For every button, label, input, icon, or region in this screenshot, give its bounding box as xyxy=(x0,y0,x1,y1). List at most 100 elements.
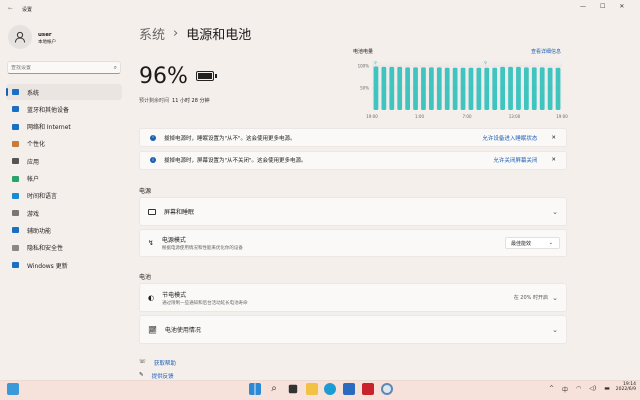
sidebar-item-label: 蓝牙和其他设备 xyxy=(27,106,70,114)
breadcrumb-separator: › xyxy=(173,26,179,41)
window-title: 设置 xyxy=(22,7,33,13)
battery-bar xyxy=(484,67,490,110)
info-icon: i xyxy=(150,157,156,163)
sidebar-icon xyxy=(12,262,19,268)
battery-bar xyxy=(508,66,513,110)
avatar[interactable] xyxy=(8,25,32,49)
info-notice: i 拔掉电源时，睡眠设置为"从不"。这会使用更多电源。 允许设备进入睡眠状态 ✕ xyxy=(139,128,567,147)
task-view-icon[interactable] xyxy=(288,384,298,394)
chevron-down-icon: ⌄ xyxy=(552,293,558,302)
screen-sleep-card[interactable]: 屏幕和睡眠 ⌄ xyxy=(139,197,567,226)
help-icon: ☏ xyxy=(139,359,146,365)
widgets-icon[interactable] xyxy=(7,383,19,395)
y-tick-label: 100% xyxy=(358,64,370,69)
x-tick-label: 7:00 xyxy=(463,114,472,119)
tray-overflow-icon[interactable]: ^ xyxy=(549,385,554,394)
battery-saver-value: 在 20% 时开启 xyxy=(513,295,548,301)
battery-bar xyxy=(389,66,395,110)
close-icon[interactable]: ✕ xyxy=(551,157,556,163)
feedback-icon: ✎ xyxy=(139,372,144,378)
x-tick-label: 19:00 xyxy=(556,114,568,119)
battery-saver-card[interactable]: ◐ 节电模式 通过限制一些通知和后台活动延长电池寿命 在 20% 时开启 ⌄ xyxy=(139,283,567,312)
sidebar-item-label: 辅助功能 xyxy=(27,227,52,235)
sidebar-item-10[interactable]: Windows 更新 xyxy=(6,257,122,273)
battery-bar xyxy=(452,67,458,110)
sidebar-item-0[interactable]: 系统 xyxy=(6,84,122,100)
power-mode-select[interactable]: 最佳能效 ⌄ xyxy=(505,237,560,249)
wifi-icon[interactable]: ◠ xyxy=(576,385,581,394)
close-icon[interactable]: ✕ xyxy=(551,135,556,141)
sidebar-item-7[interactable]: 游戏 xyxy=(6,205,122,221)
sidebar-item-9[interactable]: 隐私和安全性 xyxy=(6,240,122,256)
notice-text: 拔掉电源时，屏幕设置为"从不关闭"。这会使用更多电源。 xyxy=(164,158,307,164)
notice-link[interactable]: 允许设备进入睡眠状态 xyxy=(482,134,537,142)
sidebar-icon xyxy=(12,227,19,234)
x-tick-label: 13:00 xyxy=(509,114,521,119)
sidebar-item-2[interactable]: 网络和 Internet xyxy=(6,119,122,135)
battery-bar xyxy=(555,67,561,110)
sidebar-item-8[interactable]: 辅助功能 xyxy=(6,222,122,238)
sidebar-item-3[interactable]: 个性化 xyxy=(6,136,122,152)
view-details-link[interactable]: 查看详细信息 xyxy=(531,48,561,55)
search-box[interactable]: ⌕ xyxy=(7,61,121,74)
estimate-value: 11 小时 28 分钟 xyxy=(172,98,210,104)
battery-bar xyxy=(397,66,403,110)
sidebar-item-label: 个性化 xyxy=(27,141,46,149)
clock-date[interactable]: 2022/6/9 xyxy=(610,387,636,392)
chevron-down-icon: ⌄ xyxy=(552,325,558,334)
charging-icon: ⚲ xyxy=(374,60,377,65)
sidebar-icon xyxy=(12,244,19,251)
battery-bar xyxy=(460,67,466,110)
ime-indicator[interactable]: 中 xyxy=(562,385,568,394)
battery-usage-card[interactable]: 📈︎ 电池使用情况 ⌄ xyxy=(139,315,567,344)
battery-bar xyxy=(429,67,434,110)
notice-link[interactable]: 允许关闭屏幕关闭 xyxy=(493,156,537,164)
search-input[interactable] xyxy=(11,64,114,71)
battery-bar xyxy=(436,67,442,110)
sidebar-item-label: 帐户 xyxy=(27,176,40,183)
notice-text: 拔掉电源时，睡眠设置为"从不"。这会使用更多电源。 xyxy=(164,135,296,142)
power-mode-title: 电源模式 xyxy=(161,237,186,244)
charging-icon: ⚲ xyxy=(484,60,487,65)
start-button[interactable] xyxy=(249,383,261,395)
battery-bar xyxy=(547,67,553,110)
x-tick-label: 1:00 xyxy=(415,114,424,119)
breadcrumb-parent[interactable]: 系统 xyxy=(139,24,165,43)
breadcrumb: 系统 › 电源和电池 xyxy=(139,24,251,43)
sidebar-item-label: 网络和 Internet xyxy=(27,124,71,132)
settings-taskbar-icon[interactable] xyxy=(381,383,393,395)
volume-icon[interactable]: ◁) xyxy=(589,385,596,394)
feedback-link[interactable]: 提供反馈 xyxy=(152,372,174,380)
store-icon[interactable] xyxy=(343,383,355,395)
sidebar-icon xyxy=(12,175,19,182)
app-10-icon[interactable] xyxy=(362,383,374,395)
battery-bar xyxy=(492,67,498,110)
power-mode-icon: ↯ xyxy=(148,239,154,247)
y-tick-label: 50% xyxy=(360,86,369,91)
chevron-down-icon: ⌄ xyxy=(548,240,553,246)
sidebar-item-label: 隐私和安全性 xyxy=(27,245,64,253)
get-help-link[interactable]: 获取帮助 xyxy=(154,359,176,367)
battery-bar xyxy=(539,67,545,110)
sidebar-item-6[interactable]: 时间和语言 xyxy=(6,188,122,204)
battery-bar xyxy=(381,66,387,110)
minimize-button[interactable]: — xyxy=(580,3,586,10)
battery-bar xyxy=(413,67,418,110)
sidebar-icon xyxy=(12,89,19,95)
search-taskbar-icon[interactable]: ⌕ xyxy=(268,383,280,395)
sidebar-icon xyxy=(12,140,19,147)
sidebar-icon xyxy=(12,123,19,130)
sidebar-item-label: 时间和语言 xyxy=(27,193,58,201)
back-button[interactable]: ← xyxy=(8,5,13,12)
battery-level-chart: 100% 50% 19:00 1:00 7:00 13:00 19:00 ⚲ ⚲ xyxy=(358,60,569,119)
battery-bar xyxy=(444,67,450,110)
edge-icon[interactable] xyxy=(324,383,336,395)
power-heading: 电源 xyxy=(139,188,152,195)
battery-saver-title: 节电模式 xyxy=(162,291,187,299)
sidebar-item-4[interactable]: 应用 xyxy=(6,153,122,169)
sidebar-item-1[interactable]: 蓝牙和其他设备 xyxy=(6,101,122,117)
sidebar-item-5[interactable]: 帐户 xyxy=(6,171,122,187)
close-button[interactable]: ✕ xyxy=(619,3,624,10)
maximize-button[interactable]: ☐ xyxy=(600,3,605,10)
file-explorer-icon[interactable] xyxy=(306,383,318,395)
